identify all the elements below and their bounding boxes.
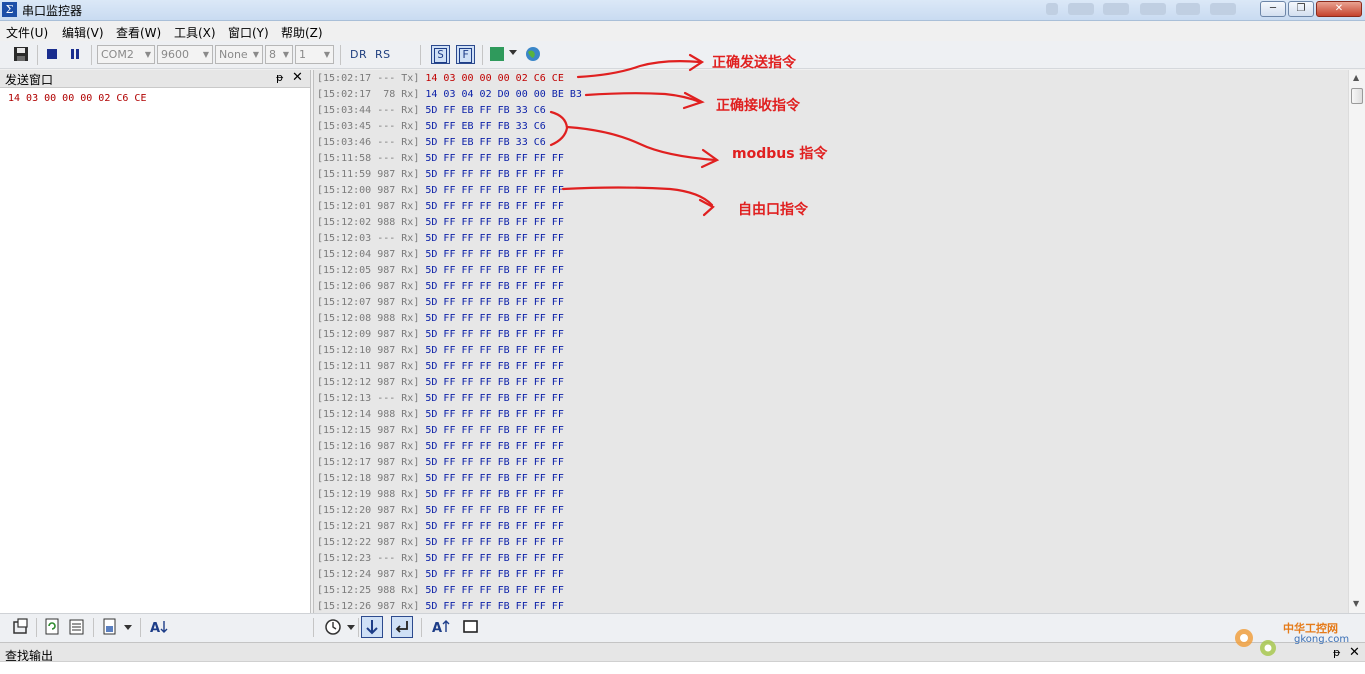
watermark-logo: 中华工控网 gkong.com	[1228, 612, 1358, 662]
chevron-down-icon[interactable]	[124, 625, 132, 631]
gear-icon	[1235, 629, 1276, 656]
clock-icon[interactable]	[323, 617, 343, 637]
arrowhead-free-port	[698, 198, 715, 217]
arrow-send	[576, 60, 702, 79]
chevron-down-icon[interactable]	[347, 625, 355, 631]
annotation-correct-receive: 正确接收指令	[716, 98, 800, 114]
find-output-body[interactable]	[0, 661, 1365, 674]
annotation-modbus: modbus 指令	[732, 146, 828, 162]
annotation-arrows	[549, 53, 720, 217]
find-output-panel: 查找输出 ᵽ ✕	[0, 642, 1365, 674]
annotation-correct-send: 正确发送指令	[712, 55, 796, 71]
annotation-free-port: 自由口指令	[738, 202, 808, 218]
arrow-receive	[584, 92, 702, 104]
bottom-toolbar: A A	[0, 613, 1365, 642]
watermark-text-2: gkong.com	[1294, 634, 1350, 645]
svg-text:A: A	[150, 621, 160, 636]
arrow-free-port	[561, 186, 714, 207]
properties-icon[interactable]	[11, 617, 31, 637]
brace-modbus	[549, 110, 569, 147]
document-options-icon[interactable]	[100, 617, 120, 637]
refresh-icon[interactable]	[43, 617, 63, 637]
wrap-enter-icon[interactable]	[391, 616, 413, 638]
arrow-modbus	[565, 125, 717, 162]
autoscroll-down-icon[interactable]	[361, 616, 383, 638]
document-list-icon[interactable]	[67, 617, 87, 637]
font-size-up-icon[interactable]: A	[430, 617, 450, 637]
font-size-down-icon[interactable]: A	[148, 617, 168, 637]
window-icon[interactable]	[461, 617, 481, 637]
svg-text:A: A	[432, 621, 442, 636]
